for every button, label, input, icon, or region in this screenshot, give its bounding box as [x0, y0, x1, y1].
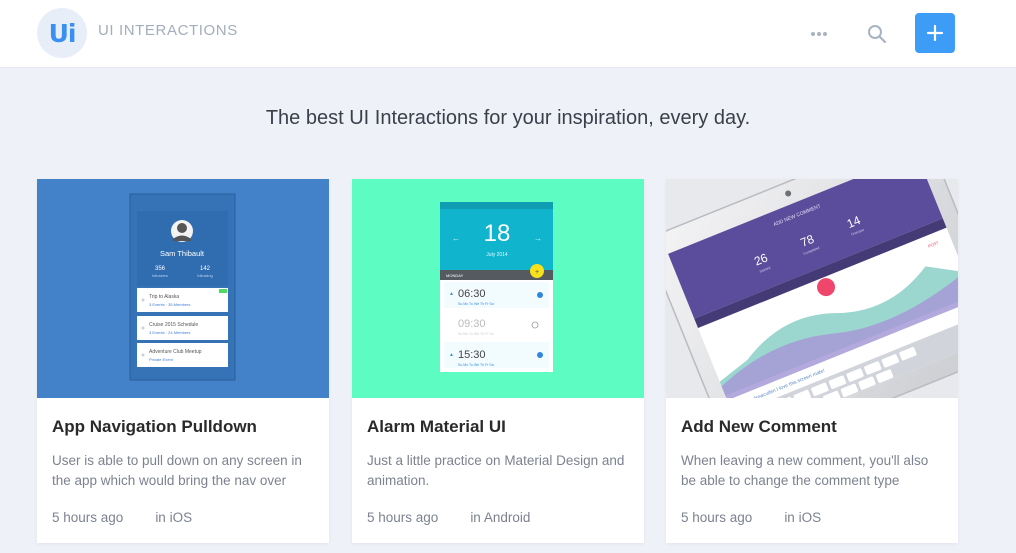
thumb-stat-label: following [197, 273, 213, 278]
card-thumbnail[interactable]: Sam Thibault 356 followers 142 following… [37, 179, 329, 398]
thumb-stat-label: followers [152, 273, 168, 278]
svg-text:▲: ▲ [449, 352, 454, 358]
card-platform[interactable]: in iOS [155, 510, 192, 525]
card-meta: 5 hours ago in iOS [681, 510, 821, 525]
thumb-item-meta: 3 Events · 35 Members [149, 302, 190, 307]
thumb-alarm: 15:30 [458, 349, 486, 361]
card-meta: 5 hours ago in Android [367, 510, 530, 525]
svg-text:▲: ▲ [449, 291, 454, 297]
shot-card[interactable]: ← → 18 July 2014 MONDAY + ▲ 06:30 Su Mo … [352, 179, 644, 543]
logo[interactable]: Ui [37, 8, 87, 58]
thumb-item-title: Cruise 2015 Schedule [149, 322, 198, 328]
card-title[interactable]: Add New Comment [681, 417, 837, 437]
svg-text:+: + [535, 269, 539, 276]
plus-icon [926, 24, 944, 42]
top-bar: Ui UI INTERACTIONS [0, 0, 1016, 68]
tagline: The best UI Interactions for your inspir… [265, 107, 751, 129]
svg-text:→: → [534, 234, 542, 243]
brand-name[interactable]: UI INTERACTIONS [98, 22, 238, 39]
thumb-month: July 2014 [486, 252, 508, 258]
thumb-day: 18 [484, 220, 511, 247]
thumb-stat-value: 356 [155, 266, 166, 272]
card-time: 5 hours ago [681, 510, 753, 525]
card-thumbnail[interactable]: ADD NEW COMMENT 26 Started 78 Completed … [666, 179, 958, 398]
card-meta: 5 hours ago in iOS [52, 510, 192, 525]
thumb-item-meta: Private Event [149, 357, 174, 362]
card-description: User is able to pull down on any screen … [52, 453, 302, 488]
thumb-weekdays: Su Mo Tu We Th Fr Sa [458, 332, 494, 336]
thumb-bar-label: MONDAY [446, 273, 464, 278]
add-button[interactable] [915, 13, 955, 53]
thumb-item-meta: 3 Events · 24 Members [149, 330, 190, 335]
card-description: Just a little practice on Material Desig… [367, 453, 625, 488]
thumb-stat-value: 142 [200, 266, 211, 272]
card-time: 5 hours ago [367, 510, 439, 525]
thumb-item-title: Adventure Club Meetup [149, 349, 202, 355]
thumb-alarm: 09:30 [458, 318, 486, 330]
card-platform[interactable]: in Android [470, 510, 530, 525]
logo-text: Ui [48, 18, 77, 48]
search-icon[interactable] [866, 23, 888, 45]
thumb-alarm: 06:30 [458, 288, 486, 300]
thumb-item-title: Trip to Alaska [149, 294, 179, 300]
more-dots-icon[interactable] [808, 24, 830, 44]
svg-text:←: ← [452, 234, 460, 243]
card-time: 5 hours ago [52, 510, 124, 525]
card-title[interactable]: Alarm Material UI [367, 417, 506, 437]
shot-card[interactable]: Sam Thibault 356 followers 142 following… [37, 179, 329, 543]
thumb-weekdays: Su Mo Tu We Th Fr Sa [458, 302, 494, 306]
card-title[interactable]: App Navigation Pulldown [52, 417, 257, 437]
thumb-profile-name: Sam Thibault [160, 249, 205, 258]
shot-card[interactable]: ADD NEW COMMENT 26 Started 78 Completed … [666, 179, 958, 543]
thumb-weekdays: Su Mo Tu We Th Fr Sa [458, 363, 494, 367]
card-thumbnail[interactable]: ← → 18 July 2014 MONDAY + ▲ 06:30 Su Mo … [352, 179, 644, 398]
card-platform[interactable]: in iOS [784, 510, 821, 525]
card-description: When leaving a new comment, you'll also … [681, 453, 929, 488]
